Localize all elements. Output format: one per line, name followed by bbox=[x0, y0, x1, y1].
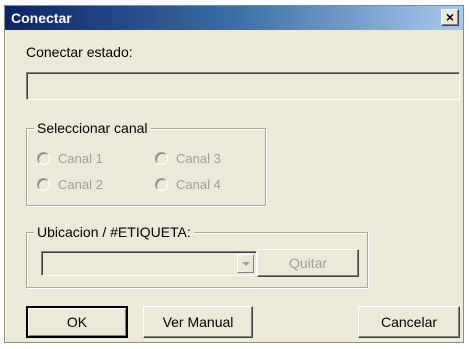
location-group-label: Ubicacion / #ETIQUETA: bbox=[34, 224, 194, 240]
status-label: Conectar estado: bbox=[26, 44, 133, 60]
radio-label: Canal 1 bbox=[58, 151, 103, 166]
location-select[interactable] bbox=[41, 251, 257, 276]
cancel-button[interactable]: Cancelar bbox=[358, 306, 460, 338]
chevron-down-icon[interactable] bbox=[237, 254, 254, 273]
connect-dialog: Conectar × Conectar estado: Seleccionar … bbox=[4, 5, 464, 343]
radio-circle-icon bbox=[155, 152, 168, 165]
radio-circle-icon bbox=[37, 152, 50, 165]
channel-group: Seleccionar canal Canal 1 Canal 2 Canal … bbox=[26, 120, 266, 206]
radio-canal-1[interactable]: Canal 1 bbox=[37, 151, 103, 166]
radio-label: Canal 4 bbox=[176, 177, 221, 192]
radio-canal-4[interactable]: Canal 4 bbox=[155, 177, 221, 192]
close-button[interactable]: × bbox=[441, 9, 459, 26]
radio-circle-icon bbox=[155, 178, 168, 191]
radio-canal-2[interactable]: Canal 2 bbox=[37, 177, 103, 192]
radio-canal-3[interactable]: Canal 3 bbox=[155, 151, 221, 166]
radio-label: Canal 2 bbox=[58, 177, 103, 192]
view-manual-button[interactable]: Ver Manual bbox=[143, 306, 253, 338]
radio-label: Canal 3 bbox=[176, 151, 221, 166]
window-title: Conectar bbox=[11, 10, 72, 26]
remove-button[interactable]: Quitar bbox=[257, 249, 359, 277]
channel-group-label: Seleccionar canal bbox=[34, 120, 151, 136]
ok-button[interactable]: OK bbox=[26, 306, 128, 338]
title-bar[interactable]: Conectar × bbox=[5, 6, 463, 30]
close-icon: × bbox=[445, 9, 455, 25]
status-field bbox=[26, 72, 460, 100]
radio-circle-icon bbox=[37, 178, 50, 191]
